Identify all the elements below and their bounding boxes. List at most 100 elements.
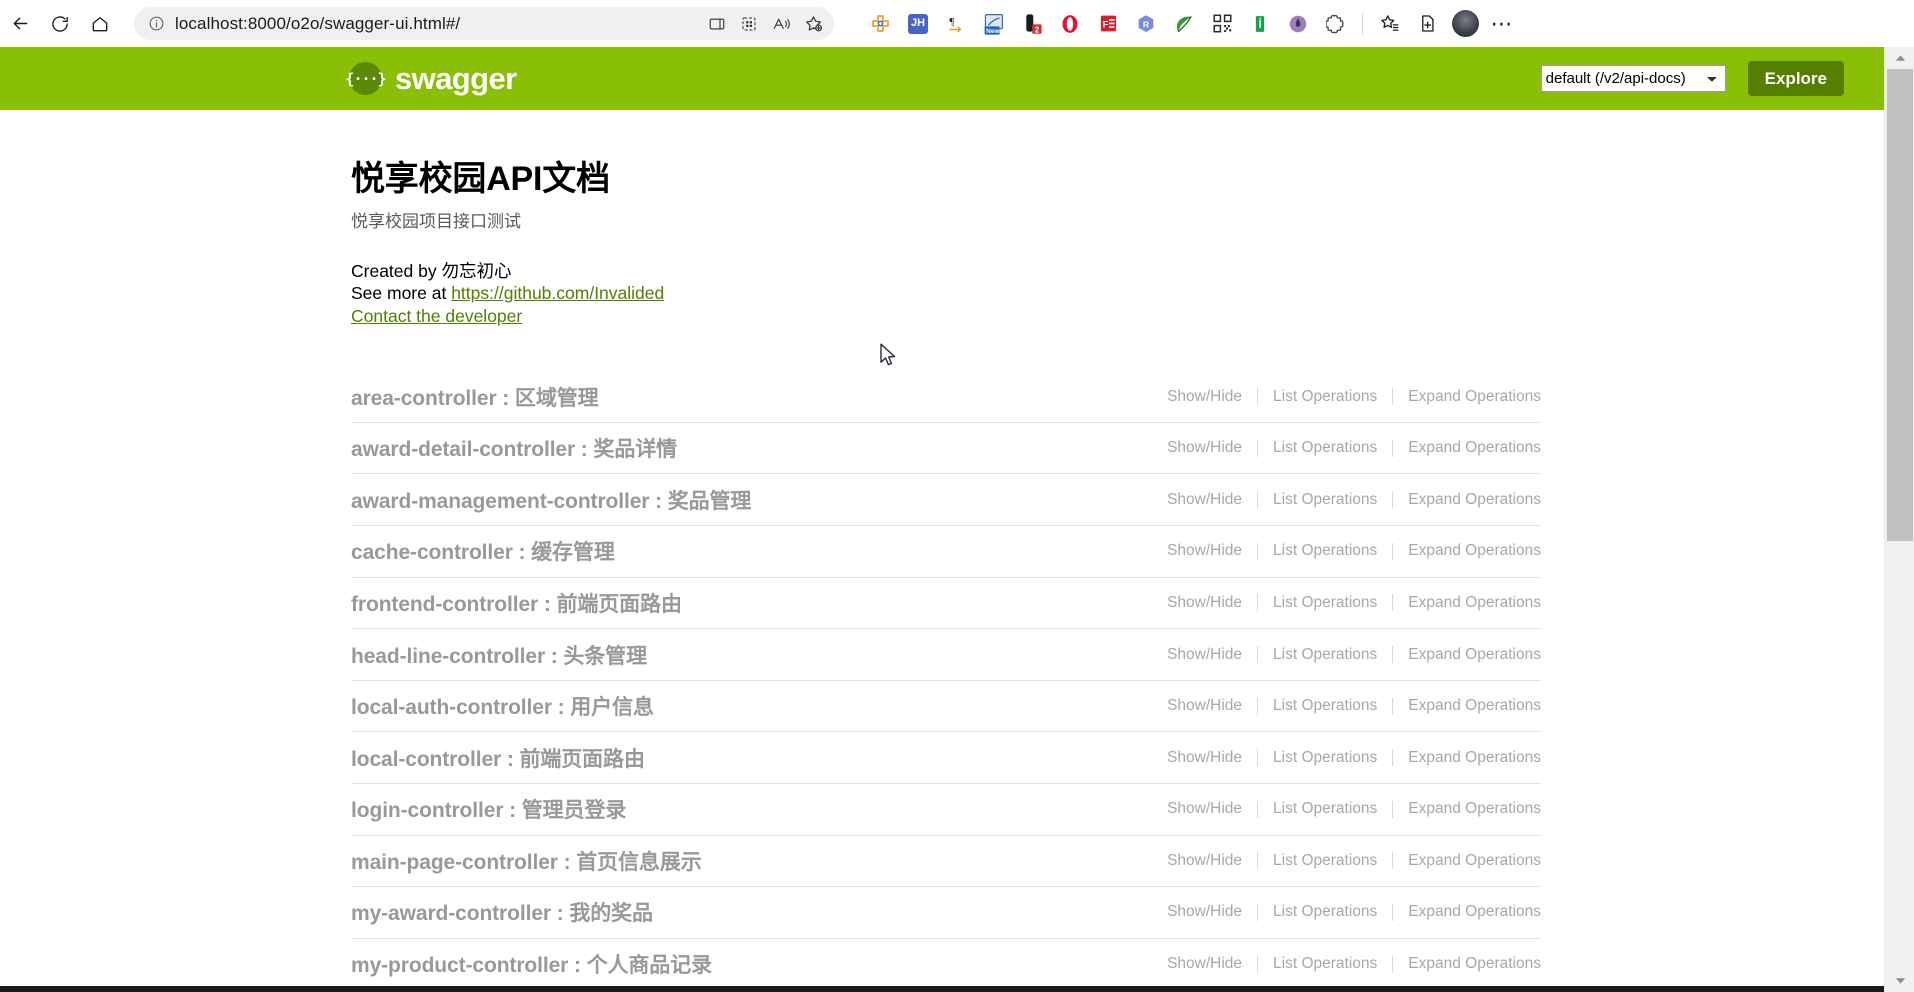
expand-operations-link[interactable]: Expand Operations [1408, 903, 1541, 921]
resource-name[interactable]: cache-controller : 缓存管理 [351, 536, 615, 566]
list-operations-link[interactable]: List Operations [1273, 697, 1377, 715]
list-operations-link[interactable]: List Operations [1273, 646, 1377, 664]
resource-name[interactable]: my-award-controller : 我的奖品 [351, 897, 653, 927]
list-operations-link[interactable]: List Operations [1273, 955, 1377, 973]
extension-info-bar-icon[interactable] [1242, 7, 1278, 41]
more-options-icon[interactable]: ⋯ [1485, 7, 1519, 41]
reload-button[interactable] [40, 4, 80, 44]
resource-row[interactable]: cache-controller : 缓存管理 Show/Hide List Ope… [351, 526, 1541, 578]
expand-operations-link[interactable]: Expand Operations [1408, 955, 1541, 973]
back-button[interactable] [0, 4, 40, 44]
extension-r-icon[interactable]: R [1128, 7, 1164, 41]
resource-name[interactable]: area-controller : 区域管理 [351, 382, 599, 412]
scroll-up-arrow-icon[interactable] [1885, 47, 1914, 69]
add-favorite-icon[interactable] [798, 10, 828, 38]
operations-divider [1257, 388, 1259, 406]
expand-operations-link[interactable]: Expand Operations [1408, 852, 1541, 870]
resource-name[interactable]: my-product-controller : 个人商品记录 [351, 949, 712, 979]
extension-plus-icon[interactable] [862, 7, 898, 41]
show-hide-link[interactable]: Show/Hide [1167, 646, 1242, 664]
show-hide-link[interactable]: Show/Hide [1167, 542, 1242, 560]
address-bar[interactable]: localhost:8000/o2o/swagger-ui.html#/ [134, 7, 834, 40]
list-operations-link[interactable]: List Operations [1273, 388, 1377, 406]
page-scrollbar[interactable] [1884, 47, 1914, 992]
profile-avatar[interactable] [1447, 7, 1483, 41]
extension-new-icon[interactable]: New [976, 7, 1012, 41]
list-operations-link[interactable]: List Operations [1273, 800, 1377, 818]
resource-row[interactable]: my-product-controller : 个人商品记录 Show/Hide L… [351, 939, 1541, 991]
read-aloud-icon[interactable] [766, 10, 796, 38]
list-operations-link[interactable]: List Operations [1273, 594, 1377, 612]
list-operations-link[interactable]: List Operations [1273, 542, 1377, 560]
resource-name[interactable]: head-line-controller : 头条管理 [351, 640, 647, 670]
site-info-icon[interactable] [146, 14, 166, 34]
expand-operations-link[interactable]: Expand Operations [1408, 749, 1541, 767]
resource-name[interactable]: main-page-controller : 首页信息展示 [351, 846, 702, 876]
resource-row[interactable]: main-page-controller : 首页信息展示 Show/Hide Li… [351, 836, 1541, 888]
extension-leaf-icon[interactable] [1166, 7, 1202, 41]
expand-operations-link[interactable]: Expand Operations [1408, 646, 1541, 664]
show-hide-link[interactable]: Show/Hide [1167, 852, 1242, 870]
scrollbar-track[interactable] [1885, 69, 1914, 970]
api-docs-select[interactable]: default (/v2/api-docs) [1540, 65, 1726, 92]
show-hide-link[interactable]: Show/Hide [1167, 903, 1242, 921]
show-hide-link[interactable]: Show/Hide [1167, 749, 1242, 767]
show-hide-link[interactable]: Show/Hide [1167, 388, 1242, 406]
resource-name[interactable]: local-controller : 前端页面路由 [351, 743, 645, 773]
show-hide-link[interactable]: Show/Hide [1167, 800, 1242, 818]
scrollbar-thumb[interactable] [1887, 69, 1913, 541]
list-operations-link[interactable]: List Operations [1273, 852, 1377, 870]
extension-capsule-icon[interactable]: 2 [1014, 7, 1050, 41]
list-operations-link[interactable]: List Operations [1273, 749, 1377, 767]
github-link[interactable]: https://github.com/Invalided [451, 283, 664, 303]
expand-operations-link[interactable]: Expand Operations [1408, 594, 1541, 612]
resource-row[interactable]: local-auth-controller : 用户信息 Show/Hide Lis… [351, 681, 1541, 733]
list-operations-link[interactable]: List Operations [1273, 491, 1377, 509]
explore-button[interactable]: Explore [1747, 61, 1844, 96]
expand-operations-link[interactable]: Expand Operations [1408, 542, 1541, 560]
swagger-logo[interactable]: {···} swagger [345, 62, 517, 95]
collections-icon[interactable] [734, 10, 764, 38]
resource-row[interactable]: area-controller : 区域管理 Show/Hide List Oper… [351, 371, 1541, 423]
home-button[interactable] [80, 4, 120, 44]
extension-qr-icon[interactable] [1204, 7, 1240, 41]
show-hide-link[interactable]: Show/Hide [1167, 697, 1242, 715]
collections-add-icon[interactable] [1409, 7, 1445, 41]
list-operations-link[interactable]: List Operations [1273, 439, 1377, 457]
resource-row[interactable]: award-management-controller : 奖品管理 Show/H… [351, 474, 1541, 527]
operations-divider [1257, 852, 1259, 870]
extension-jh-icon[interactable]: JH [900, 7, 936, 41]
contact-developer-link[interactable]: Contact the developer [351, 306, 522, 326]
extension-fe-icon[interactable]: F [1090, 7, 1126, 41]
expand-operations-link[interactable]: Expand Operations [1408, 491, 1541, 509]
scroll-down-arrow-icon[interactable] [1885, 970, 1914, 992]
expand-operations-link[interactable]: Expand Operations [1408, 800, 1541, 818]
resource-name[interactable]: login-controller : 管理员登录 [351, 794, 626, 824]
list-operations-link[interactable]: List Operations [1273, 903, 1377, 921]
resource-row[interactable]: my-award-controller : 我的奖品 Show/Hide List … [351, 887, 1541, 939]
show-hide-link[interactable]: Show/Hide [1167, 439, 1242, 457]
resource-name[interactable]: frontend-controller : 前端页面路由 [351, 588, 682, 618]
extension-purple-icon[interactable] [1280, 7, 1316, 41]
resource-row[interactable]: frontend-controller : 前端页面路由 Show/Hide Lis… [351, 578, 1541, 630]
show-hide-link[interactable]: Show/Hide [1167, 594, 1242, 612]
extension-pilcrow-icon[interactable]: ¶ [938, 7, 974, 41]
resource-name[interactable]: award-management-controller : 奖品管理 [351, 485, 751, 515]
favorites-icon[interactable] [1371, 7, 1407, 41]
resource-row[interactable]: award-detail-controller : 奖品详情 Show/Hide L… [351, 423, 1541, 475]
resource-operations: Show/Hide List Operations Expand Operation… [1167, 491, 1541, 509]
resource-name[interactable]: local-auth-controller : 用户信息 [351, 691, 654, 721]
extension-opera-icon[interactable] [1052, 7, 1088, 41]
expand-operations-link[interactable]: Expand Operations [1408, 439, 1541, 457]
split-screen-icon[interactable] [702, 10, 732, 38]
expand-operations-link[interactable]: Expand Operations [1408, 388, 1541, 406]
operations-divider [1392, 439, 1394, 457]
resource-row[interactable]: head-line-controller : 头条管理 Show/Hide List… [351, 629, 1541, 681]
resource-name[interactable]: award-detail-controller : 奖品详情 [351, 433, 677, 463]
expand-operations-link[interactable]: Expand Operations [1408, 697, 1541, 715]
extension-puzzle-icon[interactable] [1318, 7, 1354, 41]
show-hide-link[interactable]: Show/Hide [1167, 491, 1242, 509]
show-hide-link[interactable]: Show/Hide [1167, 955, 1242, 973]
resource-row[interactable]: local-controller : 前端页面路由 Show/Hide List O… [351, 732, 1541, 784]
resource-row[interactable]: login-controller : 管理员登录 Show/Hide List Op… [351, 784, 1541, 836]
